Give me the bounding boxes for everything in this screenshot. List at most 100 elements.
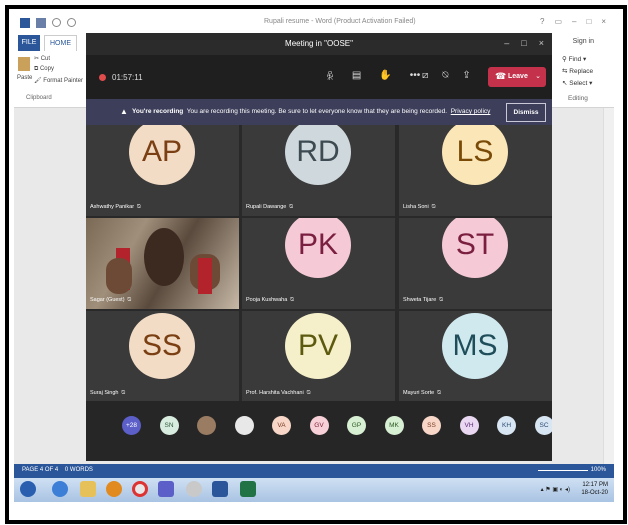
participant-avatar: ST [442,218,508,278]
participant-avatar: RD [285,125,351,185]
clipboard-group-label: Clipboard [26,95,52,101]
leave-button[interactable]: ☎ Leave ⌄ [488,67,546,87]
clock[interactable]: 12:17 PM 18-Oct-20 [581,481,608,497]
participant-chip[interactable]: MK [384,416,404,435]
participant-name-text: Prof. Harshita Vachhani [246,390,304,396]
format-painter-button[interactable]: 🖌 Format Painter [34,77,83,84]
participants-icon[interactable]: ꆜ [326,70,334,83]
media-player-icon[interactable] [106,481,122,497]
word-status-bar: PAGE 4 OF 4 0 WORDS 100% [14,464,614,478]
save-icon[interactable] [36,18,46,28]
zoom-slider[interactable] [538,470,588,471]
participant-tile[interactable]: MS Mayuri Sorte ⍉ [399,311,552,402]
select-button[interactable]: ↖ Select ▾ [562,79,592,87]
excel-taskbar-icon[interactable] [240,481,256,497]
participant-chip[interactable]: SS [422,416,441,435]
mic-off-icon: ⍉ [290,297,294,303]
dismiss-button[interactable]: Dismiss [506,103,546,122]
meeting-window-controls: – □ × [504,38,544,48]
participant-grid: AP Ashwathy Panikar ⍉ RD Rupali Dawange ⍉ LS Li… [86,125,552,402]
chrome-icon[interactable] [132,481,148,497]
mic-off-icon: ⍉ [289,204,293,210]
internet-explorer-icon[interactable] [52,481,68,497]
paste-icon[interactable] [18,57,30,71]
scissors-icon: ✂ [34,56,41,62]
participant-chip[interactable]: SN [159,416,179,435]
page-count[interactable]: PAGE 4 OF 4 [22,467,58,473]
help-icon[interactable]: ? [540,17,544,26]
share-screen-icon[interactable]: ⇪ [462,70,470,81]
editing-group-label: Editing [568,95,588,102]
raise-hand-icon[interactable]: ✋ [379,70,391,83]
video-object [198,258,212,294]
participant-name-text: Ashwathy Panikar [90,204,135,210]
ribbon-options-icon[interactable]: ▭ [554,17,562,26]
snipping-tool-icon[interactable] [186,481,202,497]
word-count[interactable]: 0 WORDS [65,467,93,473]
more-participants-badge[interactable]: +28 [122,416,141,435]
close-icon[interactable]: × [539,38,544,48]
minimize-icon[interactable]: – [504,38,509,48]
cut-button[interactable]: ✂ Cut [34,55,50,62]
teams-icon[interactable] [158,481,174,497]
participant-tile[interactable]: RD Rupali Dawange ⍉ [242,125,395,216]
participant-chip[interactable]: VH [459,416,479,435]
participant-avatar: PV [285,313,351,379]
participant-chip[interactable]: KH [497,416,516,435]
find-button[interactable]: ⚲ Find ▾ [562,55,586,63]
participant-name: Pooja Kushwaha ⍉ [246,297,294,304]
close-icon[interactable]: × [601,17,606,26]
redo-icon[interactable] [67,18,76,27]
participant-tile[interactable]: SS Suraj Singh ⍉ [86,311,239,402]
participant-chip[interactable] [234,416,254,435]
paste-button[interactable]: Paste [17,75,32,81]
chat-icon[interactable]: ▤ [352,70,361,83]
vertical-scrollbar[interactable] [603,108,614,464]
participant-name: Suraj Singh ⍉ [90,390,125,397]
start-icon[interactable] [20,481,36,497]
participant-chip[interactable]: SC [534,416,552,435]
word-taskbar-icon[interactable] [212,481,228,497]
meeting-title: Meeting in "OOSE" [285,39,353,48]
more-options-icon[interactable]: ••• [410,70,421,83]
participant-chip[interactable]: GP [347,416,366,435]
participant-tile[interactable]: Sagar (Guest) ⍉ [86,218,239,309]
clock-time: 12:17 PM [582,482,608,488]
tab-file[interactable]: FILE [18,35,40,51]
minimize-icon[interactable]: – [572,17,576,26]
recording-text: You are recording this meeting. Be sure … [186,108,448,115]
participant-chip[interactable]: GV [309,416,329,435]
clipboard-group: Paste ✂ Cut ⧉ Copy 🖌 Format Painter Clip… [16,53,86,105]
participant-strip: +28 SN VA GV GP MK SS VH KH SC [86,401,552,461]
system-tray-icons[interactable]: ▴ ⚑ ▣ ◐ ◂) [541,486,570,493]
meeting-timer: 01:57:11 [112,73,143,82]
zoom-level[interactable]: 100% [591,467,606,473]
maximize-icon[interactable]: □ [586,17,591,26]
participant-chip[interactable]: VA [272,416,291,435]
maximize-icon[interactable]: □ [521,38,526,48]
participant-tile[interactable]: LS Lisha Soni ⍉ [399,125,552,216]
word-title-bar: Rupali resume - Word (Product Activation… [14,14,614,35]
replace-button[interactable]: ⇆ Replace [562,67,593,75]
privacy-policy-link[interactable]: Privacy policy [451,108,491,115]
sign-in-link[interactable]: Sign in [573,38,594,45]
participant-chip[interactable] [197,416,216,435]
mic-off-icon: ⍉ [431,204,436,210]
participant-tile[interactable]: PK Pooja Kushwaha ⍉ [242,218,395,309]
participant-tile[interactable]: ST Shweta Tijare ⍉ [399,218,552,309]
participant-avatar: PK [285,218,351,278]
undo-icon[interactable] [52,18,61,27]
chevron-down-icon[interactable]: ⌄ [535,72,541,80]
quick-access-toolbar [20,18,76,28]
participant-tile[interactable]: AP Ashwathy Panikar ⍉ [86,125,239,216]
participant-video [86,218,239,309]
word-window-controls: ? ▭ – □ × [540,17,606,26]
copy-button[interactable]: ⧉ Copy [34,66,54,73]
participant-tile[interactable]: PV Prof. Harshita Vachhani ⍉ [242,311,395,402]
mic-off-icon[interactable]: ⍉ [442,70,448,81]
camera-off-icon[interactable]: ⧄ [422,70,428,81]
brush-icon: 🖌 [34,78,44,84]
tab-home[interactable]: HOME [44,35,77,51]
file-explorer-icon[interactable] [80,481,96,497]
status-page-words: PAGE 4 OF 4 0 WORDS [22,467,93,473]
